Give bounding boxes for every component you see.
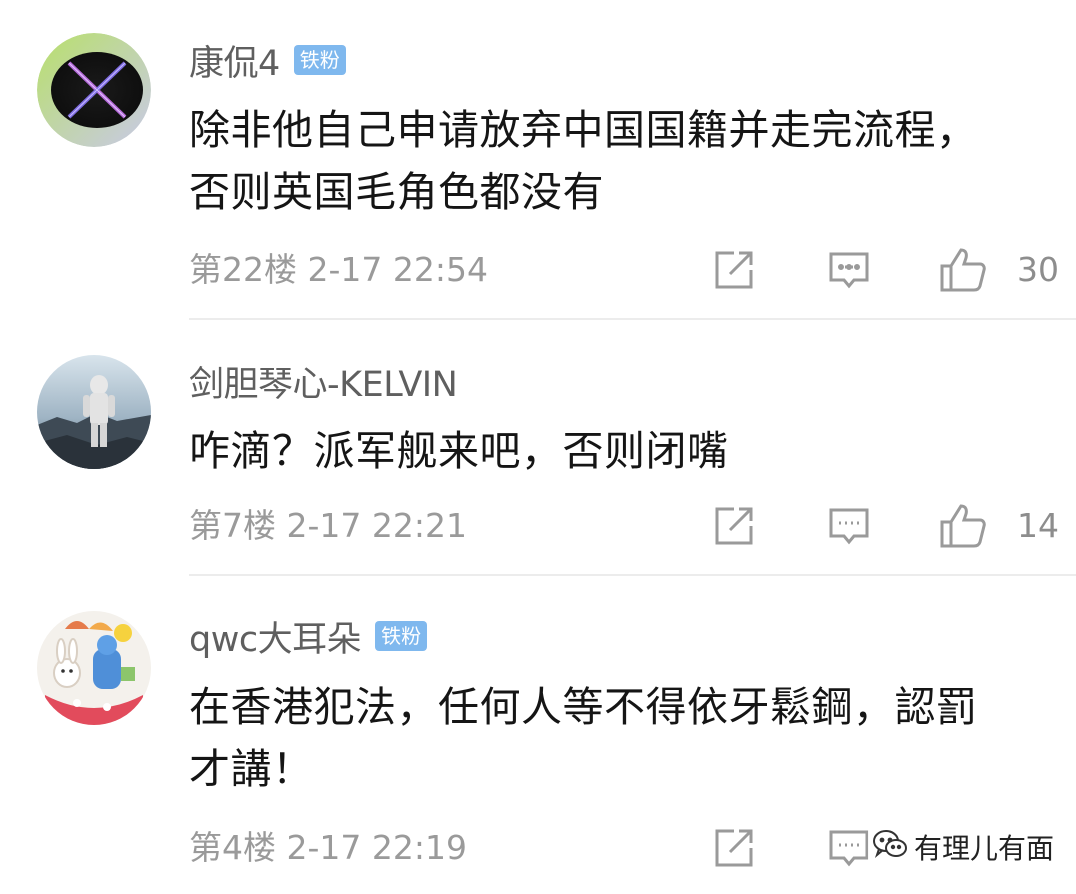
comment-text: 咋滴？派军舰来吧，否则闭嘴	[189, 420, 1049, 482]
username[interactable]: 康侃4	[189, 35, 280, 86]
share-icon[interactable]	[712, 248, 756, 292]
share-icon[interactable]	[712, 504, 756, 548]
wechat-icon	[872, 829, 908, 865]
comment-actions: 14	[712, 502, 1076, 552]
user-row: 剑胆琴心-KELVIN	[189, 356, 458, 407]
avatar[interactable]	[37, 611, 151, 725]
comment-text: 在香港犯法，任何人等不得依牙鬆鋼，認罰 才講！	[189, 676, 1049, 800]
thumbs-up-icon[interactable]	[938, 502, 988, 550]
username[interactable]: qwc大耳朵	[189, 611, 362, 662]
comment-item: 康侃4 铁粉 除非他自己申请放弃中国国籍并走完流程， 否则英国毛角色都没有 第2…	[0, 0, 1076, 320]
avatar[interactable]	[37, 33, 151, 147]
comment-line: 才講！	[189, 745, 314, 793]
reply-icon[interactable]	[827, 506, 871, 548]
reply-icon[interactable]	[827, 250, 871, 292]
watermark: 有理儿有面	[868, 825, 1059, 869]
comment-actions: 30	[712, 246, 1076, 296]
comment-line: 除非他自己申请放弃中国国籍并走完流程，	[189, 106, 978, 154]
fan-badge: 铁粉	[375, 621, 428, 651]
comment-meta: 第4楼 2-17 22:19	[189, 828, 467, 867]
comment-line: 咋滴？派军舰来吧，否则闭嘴	[189, 427, 729, 475]
thumbs-up-icon[interactable]	[938, 246, 988, 294]
fan-badge: 铁粉	[293, 45, 346, 75]
comment-text: 除非他自己申请放弃中国国籍并走完流程， 否则英国毛角色都没有	[189, 99, 1049, 223]
comment-item: 剑胆琴心-KELVIN 咋滴？派军舰来吧，否则闭嘴 第7楼 2-17 22:21…	[0, 320, 1076, 576]
user-row: qwc大耳朵 铁粉	[189, 611, 428, 662]
avatar[interactable]	[37, 355, 151, 469]
username[interactable]: 剑胆琴心-KELVIN	[189, 356, 458, 407]
comment-meta: 第7楼 2-17 22:21	[189, 506, 467, 545]
reply-icon[interactable]	[827, 828, 871, 870]
watermark-text: 有理儿有面	[914, 832, 1055, 865]
comment-meta: 第22楼 2-17 22:54	[189, 250, 488, 289]
like-count: 14	[1017, 506, 1059, 545]
comment-line: 否则英国毛角色都没有	[189, 168, 604, 216]
like-count: 30	[1017, 250, 1059, 289]
user-row: 康侃4 铁粉	[189, 35, 346, 85]
comment-line: 在香港犯法，任何人等不得依牙鬆鋼，認罰	[189, 683, 978, 731]
share-icon[interactable]	[712, 826, 756, 870]
